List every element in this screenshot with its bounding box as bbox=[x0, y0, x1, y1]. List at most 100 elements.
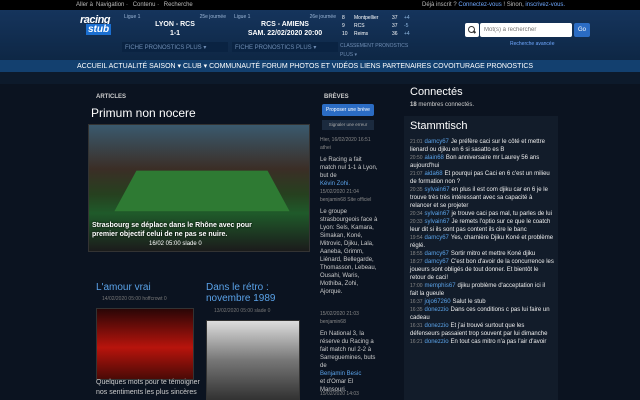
sidebar: Connectés 18 membres connectés. Stammtis… bbox=[404, 84, 558, 400]
chat-text: Sortir mitro et mettre Koné djiku bbox=[450, 251, 536, 257]
nav-photos-videos[interactable]: PHOTOS ET VIDÉOS bbox=[290, 63, 359, 70]
nav-actualite[interactable]: ACTUALITÉ bbox=[109, 63, 148, 70]
chat-user-link[interactable]: aida68 bbox=[425, 171, 443, 177]
chat-message: 16:37 jojo67260 Salut le stub bbox=[410, 298, 554, 306]
chat-user-link[interactable]: donezzio bbox=[425, 323, 449, 329]
chat-time: 18:55 bbox=[410, 251, 423, 257]
chat-message: 16:31 donezzio Et j'ai trouvé surtout que … bbox=[410, 322, 554, 338]
chat-user-link[interactable]: damcy67 bbox=[425, 259, 449, 265]
hero-caption: Strasbourg se déplace dans le Rhône avec… bbox=[92, 222, 252, 238]
chat-message: 21:01 damcy67 Je préfère caci sur le côté … bbox=[410, 138, 554, 154]
chat-time: 16:37 bbox=[410, 299, 423, 305]
propose-breve-button[interactable]: Proposer une brève bbox=[322, 104, 374, 116]
site-header: racing stub Ligue 1 25e journée LYON - R… bbox=[0, 10, 640, 60]
chat-user-link[interactable]: damcy67 bbox=[425, 139, 449, 145]
chat-message: 16:21 donezzio En tout cas mitro n'a pas l… bbox=[410, 338, 554, 346]
chat-user-link[interactable]: jojo67260 bbox=[425, 299, 451, 305]
chat-time: 20:35 bbox=[410, 187, 423, 193]
chat-time: 16:21 bbox=[410, 339, 423, 345]
breve-player-link[interactable]: Kévin Zohi. bbox=[320, 181, 350, 187]
article-title[interactable]: Dans le rétro : novembre 1989 bbox=[206, 282, 310, 304]
chat-time: 19:54 bbox=[410, 235, 423, 241]
breve-item: 15/02/2020 21:03 benjamin68 En National … bbox=[320, 311, 376, 393]
article-excerpt: Quelques mots pour te témoigner nos sent… bbox=[96, 379, 200, 396]
nav-partenaires[interactable]: PARTENAIRES bbox=[382, 63, 431, 70]
article-image[interactable] bbox=[96, 308, 194, 380]
ranking-row: 10 Reims 36 +4 bbox=[342, 31, 410, 37]
top-bar: Aller à Navigation · Contenu · Recherche … bbox=[0, 0, 640, 10]
connected-count: 18 membres connectés. bbox=[410, 102, 475, 108]
sub-nav-strip bbox=[0, 72, 640, 84]
login-link[interactable]: Connectez-vous bbox=[458, 2, 501, 8]
chat-time: 18:27 bbox=[410, 259, 423, 265]
article-image[interactable] bbox=[206, 320, 300, 400]
ranking-row: 9 RCS 37 -5 bbox=[342, 23, 409, 29]
skip-search-link[interactable]: Recherche bbox=[164, 2, 193, 8]
chat-text: Salut le stub bbox=[452, 299, 486, 305]
nav-pronostics[interactable]: PRONOSTICS bbox=[487, 63, 533, 70]
stadium-pitch bbox=[114, 170, 290, 212]
article-meta: 14/02/2020 05:00 hoffcrowt 0 bbox=[102, 296, 167, 302]
nav-club[interactable]: CLUB ▾ bbox=[183, 63, 207, 70]
chat-panel: Stammtisch 21:01 damcy67 Je préfère caci s… bbox=[404, 116, 558, 400]
chat-time: 20:33 bbox=[410, 219, 423, 225]
article-title[interactable]: L'amour vrai bbox=[96, 282, 151, 293]
search-go-button[interactable]: Go bbox=[574, 23, 590, 37]
main-nav: ACCUEIL ACTUALITÉ SAISON ▾ CLUB ▾ COMMUN… bbox=[0, 60, 640, 72]
chat-user-link[interactable]: sylvain67 bbox=[425, 211, 450, 217]
next-match-box: Ligue 1 26e journée RCS - AMIENS SAM. 22… bbox=[232, 14, 338, 52]
chat-time: 20:34 bbox=[410, 211, 423, 217]
chat-user-link[interactable]: damcy67 bbox=[425, 251, 449, 257]
search-icon[interactable] bbox=[465, 23, 479, 37]
chat-user-link[interactable]: memphis67 bbox=[425, 283, 456, 289]
report-error-button[interactable]: Signaler une erreur bbox=[322, 120, 374, 130]
match-teams[interactable]: LYON - RCS bbox=[122, 21, 228, 28]
skip-navigation-link[interactable]: Navigation bbox=[96, 2, 124, 8]
advanced-search-link[interactable]: Recherche avancée bbox=[510, 41, 554, 47]
chat-message: 16:35 donezzio Dans ces conditions c pas l… bbox=[410, 306, 554, 322]
chat-title: Stammtisch bbox=[410, 120, 468, 132]
chat-user-link[interactable]: damcy67 bbox=[425, 235, 449, 241]
ranking-links[interactable]: CLASSEMENT PRONOSTICS PLUS ▾ bbox=[340, 42, 420, 60]
skip-links: Aller à Navigation · Contenu · Recherche bbox=[76, 2, 193, 8]
skip-content-link[interactable]: Contenu bbox=[133, 2, 156, 8]
nav-accueil[interactable]: ACCUEIL bbox=[77, 63, 107, 70]
nav-liens[interactable]: LIENS bbox=[360, 63, 380, 70]
search-input[interactable] bbox=[480, 23, 572, 37]
site-logo[interactable]: racing stub bbox=[80, 14, 114, 38]
breve-item: 15/02/2020 21:04 benjamin68 Site officie… bbox=[320, 189, 378, 295]
nav-saison[interactable]: SAISON ▾ bbox=[149, 63, 181, 70]
nav-forum[interactable]: FORUM bbox=[262, 63, 288, 70]
chat-message: 20:35 sylvain67 en plus il est com djiku c… bbox=[410, 186, 554, 210]
chat-time: 17:00 bbox=[410, 283, 423, 289]
chat-user-link[interactable]: donezzio bbox=[425, 339, 449, 345]
ranking-row: 8 Montpellier 37 +4 bbox=[342, 15, 410, 21]
chat-user-link[interactable]: alain68 bbox=[425, 155, 444, 161]
breve-item: 15/02/2020 14:03 bbox=[320, 391, 359, 397]
breve-player-link[interactable]: Benjamin Besic bbox=[320, 371, 361, 377]
account-links: Déjà inscrit ? Connectez-vous ! Sinon, i… bbox=[422, 2, 566, 8]
nav-communaute[interactable]: COMMUNAUTÉ bbox=[209, 63, 260, 70]
chat-message: 17:00 memphis67 djiku problème d'acceptati… bbox=[410, 282, 554, 298]
chat-time: 21:01 bbox=[410, 139, 423, 145]
article-meta: 13/02/2020 05:00 slade 0 bbox=[214, 308, 271, 314]
chat-user-link[interactable]: donezzio bbox=[425, 307, 449, 313]
last-match-box: Ligue 1 25e journée LYON - RCS 1-1 FICHE… bbox=[122, 14, 228, 52]
breves-column: BRÈVES Proposer une brève Signaler une e… bbox=[320, 84, 378, 400]
skip-label: Aller à bbox=[76, 2, 94, 8]
chat-message: 21:07 aida68 Et pourqui pas Caci en 6 c'es… bbox=[410, 170, 554, 186]
chat-message: 20:34 sylvain67 je trouve caci pas mal, tu… bbox=[410, 210, 554, 218]
connected-title: Connectés bbox=[410, 86, 463, 98]
hero-article-image[interactable]: Strasbourg se déplace dans le Rhône avec… bbox=[88, 124, 310, 252]
match-links[interactable]: FICHE PRONOSTICS PLUS ▾ bbox=[122, 42, 228, 52]
chat-time: 21:07 bbox=[410, 171, 423, 177]
match-teams[interactable]: RCS - AMIENS bbox=[232, 21, 338, 28]
chat-message: 18:27 damcy67 C'est bon d'avoir de la conc… bbox=[410, 258, 554, 282]
match-score: 1-1 bbox=[169, 30, 181, 37]
register-link[interactable]: inscrivez-vous. bbox=[525, 2, 565, 8]
chat-user-link[interactable]: sylvain67 bbox=[425, 187, 450, 193]
match-links[interactable]: FICHE PRONOSTICS PLUS ▾ bbox=[232, 42, 338, 52]
chat-user-link[interactable]: sylvain67 bbox=[425, 219, 450, 225]
hero-article-title[interactable]: Primum non nocere bbox=[91, 106, 196, 120]
nav-covoiturage[interactable]: COVOITURAGE bbox=[433, 63, 485, 70]
